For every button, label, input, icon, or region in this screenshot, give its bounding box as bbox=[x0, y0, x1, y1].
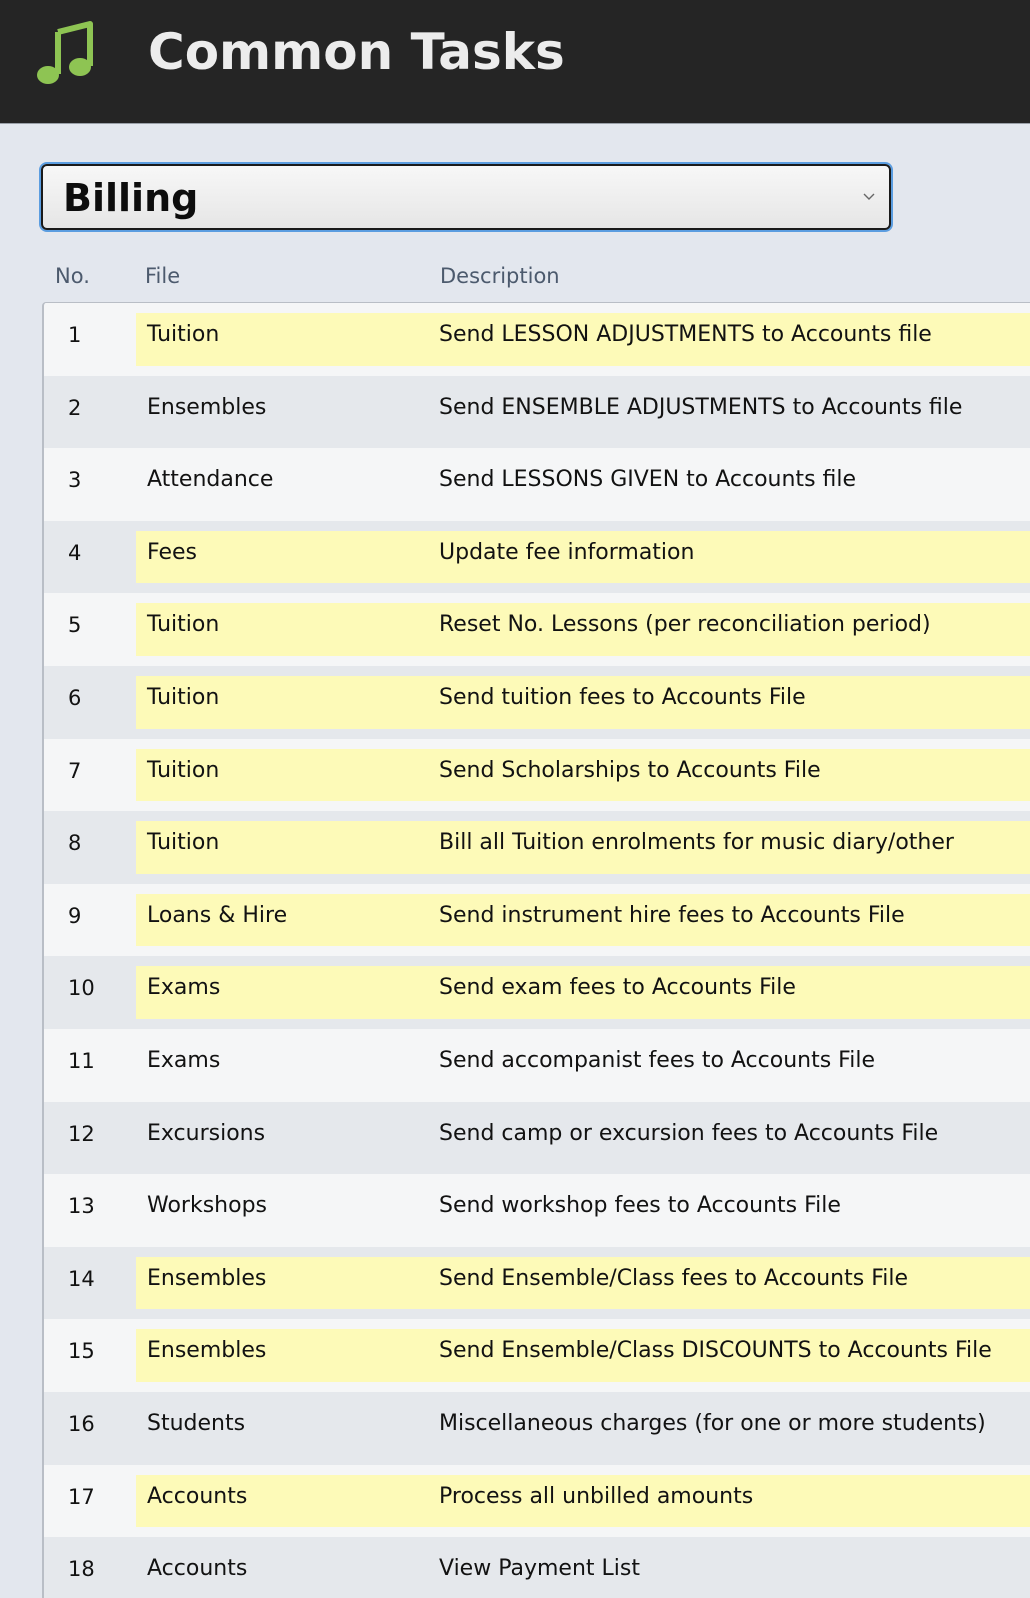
row-number: 4 bbox=[68, 540, 82, 565]
row-file: Accounts bbox=[147, 1556, 248, 1582]
row-number: 9 bbox=[68, 903, 82, 928]
row-description: Send accompanist fees to Accounts File bbox=[439, 1047, 875, 1073]
table-row[interactable]: 4 Fees Update fee information bbox=[44, 520, 1030, 594]
row-description: Update fee information bbox=[439, 539, 695, 565]
page-title: Common Tasks bbox=[148, 23, 565, 81]
row-description: Process all unbilled amounts bbox=[439, 1483, 754, 1509]
row-file: Tuition bbox=[147, 612, 220, 638]
row-description: Send Ensemble/Class fees to Accounts Fil… bbox=[439, 1265, 909, 1291]
table-row[interactable]: 17 Accounts Process all unbilled amounts bbox=[44, 1464, 1030, 1538]
chevron-down-icon bbox=[863, 193, 875, 200]
table-row[interactable]: 2 Ensembles Send ENSEMBLE ADJUSTMENTS to A… bbox=[44, 375, 1030, 449]
category-select-value: Billing bbox=[63, 176, 199, 220]
row-file: Fees bbox=[147, 539, 197, 565]
table-row[interactable]: 6 Tuition Send tuition fees to Accounts Fi… bbox=[44, 665, 1030, 739]
row-description: Reset No. Lessons (per reconciliation pe… bbox=[439, 612, 931, 638]
row-number: 5 bbox=[68, 613, 82, 638]
row-file: Students bbox=[147, 1410, 246, 1436]
row-description: Send exam fees to Accounts File bbox=[439, 975, 796, 1001]
row-description: Miscellaneous charges (for one or more s… bbox=[439, 1410, 986, 1436]
row-number: 13 bbox=[68, 1194, 95, 1219]
table-row[interactable]: 9 Loans & Hire Send instrument hire fees t… bbox=[44, 883, 1030, 957]
category-select[interactable]: Billing bbox=[41, 164, 891, 230]
table-row[interactable]: 16 Students Miscellaneous charges (for one… bbox=[44, 1391, 1030, 1465]
row-number: 6 bbox=[68, 685, 82, 710]
table-row[interactable]: 13 Workshops Send workshop fees to Account… bbox=[44, 1174, 1030, 1247]
row-file: Exams bbox=[147, 975, 221, 1001]
row-file: Tuition bbox=[147, 830, 220, 856]
table-row[interactable]: 8 Tuition Bill all Tuition enrolments for … bbox=[44, 811, 1030, 884]
row-description: Send ENSEMBLE ADJUSTMENTS to Accounts fi… bbox=[439, 394, 963, 420]
row-number: 7 bbox=[68, 758, 82, 783]
row-number: 16 bbox=[68, 1411, 95, 1436]
row-description: Send LESSONS GIVEN to Accounts file bbox=[439, 467, 857, 493]
row-number: 15 bbox=[68, 1339, 95, 1364]
row-description: Send LESSON ADJUSTMENTS to Accounts file bbox=[439, 322, 932, 347]
table-row[interactable]: 7 Tuition Send Scholarships to Accounts Fi… bbox=[44, 738, 1030, 812]
row-number: 17 bbox=[68, 1484, 95, 1509]
column-header-description: Description bbox=[440, 264, 560, 288]
row-description: Send Scholarships to Accounts File bbox=[439, 757, 821, 783]
row-description: Send workshop fees to Accounts File bbox=[439, 1193, 841, 1219]
music-note-icon bbox=[37, 21, 93, 84]
row-file: Tuition bbox=[147, 757, 220, 783]
row-file: Ensembles bbox=[147, 1338, 267, 1364]
column-header-no: No. bbox=[55, 264, 90, 288]
table-row[interactable]: 12 Excursions Send camp or excursion fees … bbox=[44, 1101, 1030, 1175]
table-row[interactable]: 18 Accounts View Payment List bbox=[44, 1537, 1030, 1598]
table-row[interactable]: 14 Ensembles Send Ensemble/Class fees to A… bbox=[44, 1246, 1030, 1320]
row-number: 2 bbox=[68, 395, 82, 420]
row-description: Send Ensemble/Class DISCOUNTS to Account… bbox=[439, 1338, 992, 1364]
row-number: 3 bbox=[68, 468, 82, 493]
table-row[interactable]: 5 Tuition Reset No. Lessons (per reconcili… bbox=[44, 593, 1030, 666]
row-file: Attendance bbox=[147, 467, 274, 493]
row-file: Workshops bbox=[147, 1193, 268, 1219]
row-file: Loans & Hire bbox=[147, 902, 288, 928]
row-description: Send camp or excursion fees to Accounts … bbox=[439, 1120, 939, 1146]
table-row[interactable]: 11 Exams Send accompanist fees to Accounts… bbox=[44, 1028, 1030, 1102]
row-number: 18 bbox=[68, 1557, 95, 1582]
row-description: View Payment List bbox=[439, 1556, 640, 1582]
row-description: Send instrument hire fees to Accounts Fi… bbox=[439, 902, 905, 928]
row-file: Accounts bbox=[147, 1483, 248, 1509]
table-row[interactable]: 15 Ensembles Send Ensemble/Class DISCOUNTS… bbox=[44, 1319, 1030, 1392]
row-file: Exams bbox=[147, 1047, 221, 1073]
app-header: Common Tasks bbox=[0, 0, 1030, 124]
row-number: 10 bbox=[68, 976, 95, 1001]
row-number: 14 bbox=[68, 1266, 95, 1291]
row-file: Tuition bbox=[147, 322, 220, 347]
row-number: 1 bbox=[68, 323, 82, 347]
task-table: 1 Tuition Send LESSON ADJUSTMENTS to Accou… bbox=[42, 302, 1030, 1598]
row-description: Bill all Tuition enrolments for music di… bbox=[439, 830, 954, 856]
row-description: Send tuition fees to Accounts File bbox=[439, 684, 806, 710]
row-number: 12 bbox=[68, 1121, 95, 1146]
column-header-file: File bbox=[145, 264, 181, 288]
table-row[interactable]: 1 Tuition Send LESSON ADJUSTMENTS to Accou… bbox=[44, 303, 1030, 376]
table-row[interactable]: 10 Exams Send exam fees to Accounts File bbox=[44, 956, 1030, 1029]
table-row[interactable]: 3 Attendance Send LESSONS GIVEN to Account… bbox=[44, 448, 1030, 521]
row-file: Ensembles bbox=[147, 394, 267, 420]
row-file: Ensembles bbox=[147, 1265, 267, 1291]
row-file: Tuition bbox=[147, 684, 220, 710]
row-number: 8 bbox=[68, 831, 82, 856]
row-number: 11 bbox=[68, 1048, 95, 1073]
row-file: Excursions bbox=[147, 1120, 266, 1146]
